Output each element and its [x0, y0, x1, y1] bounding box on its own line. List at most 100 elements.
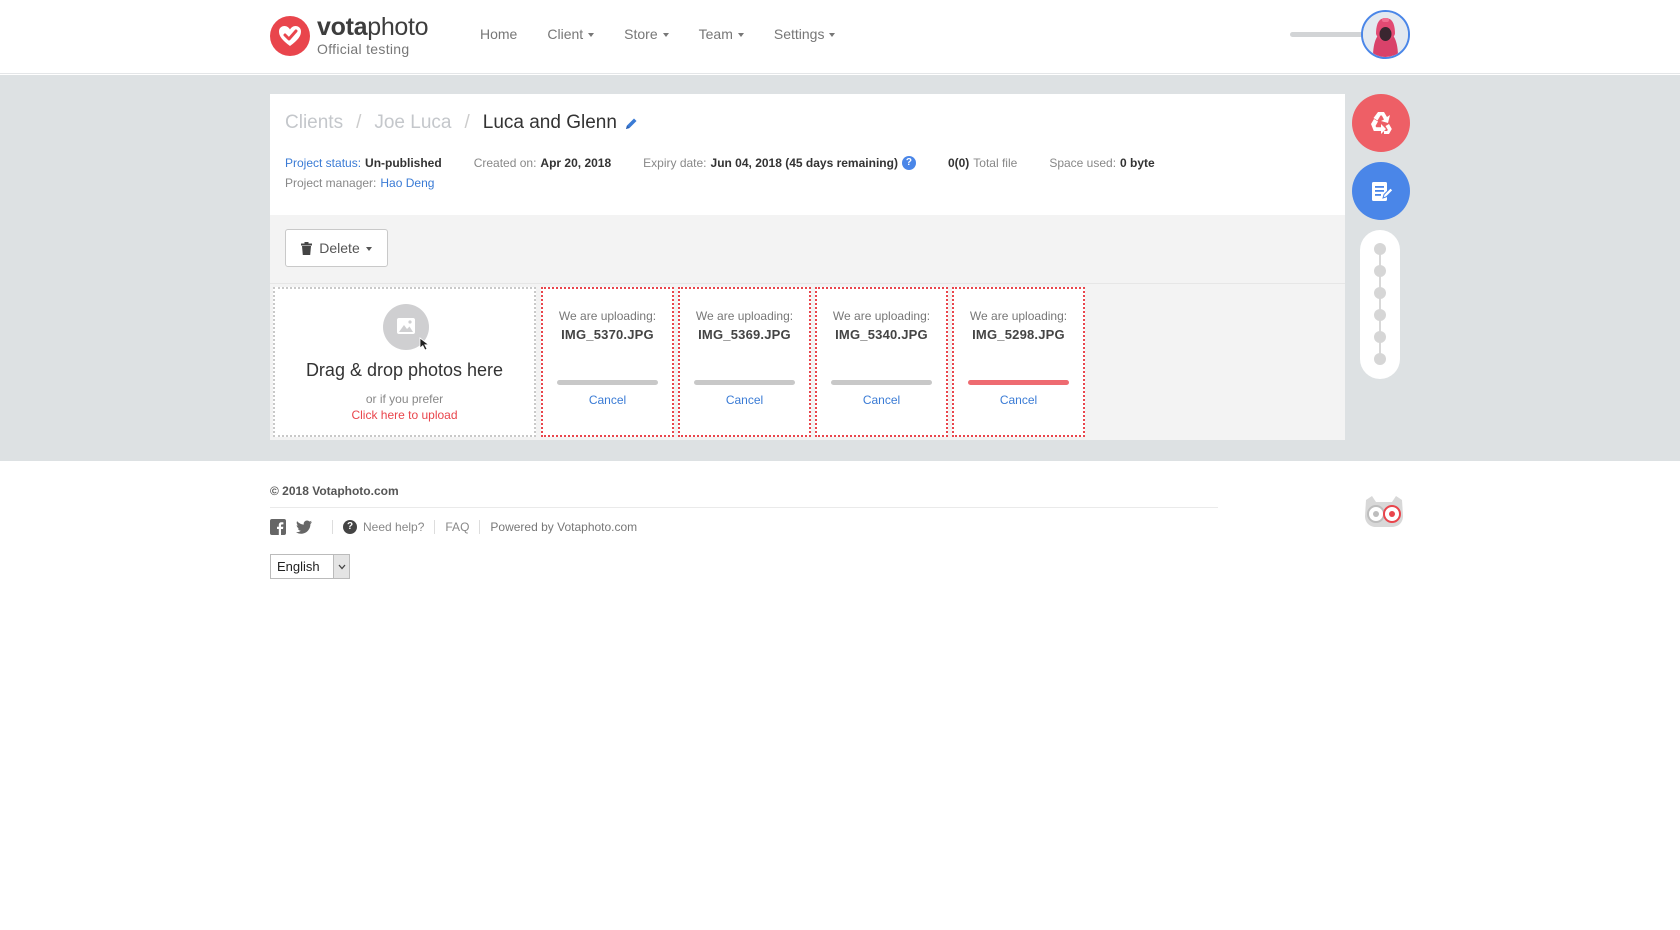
cancel-upload-link[interactable]: Cancel [954, 393, 1083, 407]
upload-progress-bar [831, 380, 932, 385]
breadcrumb-clients[interactable]: Clients [285, 112, 343, 134]
nav-client[interactable]: Client [547, 26, 595, 42]
created-on: Created on: Apr 20, 2018 [474, 156, 611, 170]
caret-down-icon [588, 33, 595, 37]
upload-filename: IMG_5298.JPG [972, 327, 1065, 342]
stepper-dot[interactable] [1374, 309, 1386, 321]
upload-card: We are uploading: IMG_5340.JPG Cancel [815, 287, 948, 437]
expiry-value: Jun 04, 2018 (45 days remaining) [710, 156, 898, 170]
expiry-date: Expiry date: Jun 04, 2018 (45 days remai… [643, 156, 916, 170]
cancel-upload-link[interactable]: Cancel [680, 393, 809, 407]
breadcrumb-separator: / [356, 112, 362, 133]
language-select[interactable]: English [270, 554, 350, 579]
powered-prefix: Powered by [490, 520, 554, 534]
notes-button[interactable] [1352, 162, 1410, 220]
help-circle-icon[interactable]: ? [901, 156, 916, 170]
upload-card: We are uploading: IMG_5369.JPG Cancel [678, 287, 811, 437]
nav-team[interactable]: Team [699, 26, 744, 42]
upload-progress-bar [968, 380, 1069, 385]
stepper-dot[interactable] [1374, 331, 1386, 343]
image-upload-icon [383, 304, 430, 351]
delete-dropdown-button[interactable]: Delete [285, 229, 388, 267]
footer-separator [434, 520, 436, 534]
help-circle-icon: ? [343, 520, 357, 534]
cancel-upload-link[interactable]: Cancel [817, 393, 946, 407]
section-stepper [1360, 230, 1400, 379]
project-panel: Clients / Joe Luca / Luca and Glenn Proj… [270, 94, 1345, 440]
trash-icon [301, 241, 313, 255]
twitter-icon[interactable] [296, 520, 312, 534]
user-avatar[interactable] [1361, 10, 1410, 59]
brand-logo[interactable]: votaphoto Official testing [270, 15, 429, 57]
caret-down-icon [737, 33, 744, 37]
nav-settings[interactable]: Settings [774, 26, 836, 42]
facebook-icon[interactable] [270, 519, 286, 535]
space-used: Space used: 0 byte [1049, 156, 1154, 170]
upload-filename: IMG_5369.JPG [698, 327, 791, 342]
chevron-down-icon [333, 555, 349, 578]
upload-progress-fill [968, 380, 1069, 385]
upload-status-label: We are uploading: [558, 309, 657, 323]
project-status: Project status: Un-published [285, 156, 442, 170]
caret-down-icon [662, 33, 669, 37]
click-to-upload-link[interactable]: Click here to upload [275, 408, 534, 422]
breadcrumb-client[interactable]: Joe Luca [374, 112, 451, 134]
upload-status-label: We are uploading: [695, 309, 794, 323]
owl-mascot-icon [1362, 494, 1406, 533]
need-help-link[interactable]: ? Need help? [343, 520, 424, 534]
action-toolbar: Delete [270, 215, 1345, 284]
project-status-label[interactable]: Project status: [285, 156, 361, 170]
nav-store[interactable]: Store [624, 26, 669, 42]
total-files: 0(0) Total file [948, 156, 1017, 170]
avatar-image-icon [1363, 12, 1408, 57]
cursor-arrow-icon [419, 337, 430, 351]
stepper-dot[interactable] [1374, 353, 1386, 365]
upload-filename: IMG_5370.JPG [561, 327, 654, 342]
recycle-icon [1371, 112, 1392, 134]
faq-link[interactable]: FAQ [445, 520, 469, 534]
project-status-value: Un-published [365, 156, 442, 170]
files-label: Total file [973, 156, 1018, 170]
project-meta: Project status: Un-published Created on:… [285, 156, 1187, 170]
brand-subtitle: Official testing [317, 41, 410, 57]
stepper-dot[interactable] [1374, 287, 1386, 299]
need-help-label: Need help? [363, 520, 425, 534]
top-navbar: votaphoto Official testing Home Client S… [0, 0, 1680, 74]
breadcrumb-separator: / [464, 112, 470, 133]
cancel-upload-link[interactable]: Cancel [543, 393, 672, 407]
footer-separator [332, 520, 333, 534]
caret-down-icon [365, 247, 372, 251]
upload-status-label: We are uploading: [969, 309, 1068, 323]
upload-progress-bar [694, 380, 795, 385]
project-manager: Project manager: Hao Deng [285, 176, 434, 190]
upload-filename: IMG_5340.JPG [835, 327, 928, 342]
delete-label: Delete [319, 240, 360, 256]
copyright: © 2018 Votaphoto.com [270, 484, 399, 498]
upload-status-label: We are uploading: [832, 309, 931, 323]
footer-links: ? Need help? FAQ Powered by Votaphoto.co… [270, 519, 637, 535]
dropzone-subtitle: or if you prefer [365, 392, 444, 406]
space-label: Space used: [1049, 156, 1117, 170]
upload-card: We are uploading: IMG_5370.JPG Cancel [541, 287, 674, 437]
recycle-bin-button[interactable] [1352, 94, 1410, 152]
files-count: 0(0) [947, 156, 970, 170]
manager-label: Project manager: [285, 176, 377, 190]
stepper-dot[interactable] [1374, 243, 1386, 255]
upload-dropzone[interactable]: Drag & drop photos here or if you prefer… [273, 287, 536, 437]
powered-link[interactable]: Votaphoto.com [557, 520, 637, 534]
edit-pencil-icon[interactable] [625, 117, 638, 130]
breadcrumb: Clients / Joe Luca / Luca and Glenn [285, 112, 638, 134]
upload-progress-bar [557, 380, 658, 385]
manager-link[interactable]: Hao Deng [380, 176, 434, 190]
main-nav: Home Client Store Team Settings [480, 26, 865, 42]
space-value: 0 byte [1120, 156, 1155, 170]
stepper-dot[interactable] [1374, 265, 1386, 277]
page-title: Luca and Glenn [482, 112, 617, 133]
file-grid: Drag & drop photos here or if you prefer… [270, 284, 1345, 440]
caret-down-icon [829, 33, 836, 37]
footer-divider [270, 507, 1218, 508]
upload-card: We are uploading: IMG_5298.JPG Cancel [952, 287, 1085, 437]
language-value: English [277, 559, 320, 574]
nav-home[interactable]: Home [480, 26, 517, 42]
heart-logo-icon [270, 15, 310, 56]
